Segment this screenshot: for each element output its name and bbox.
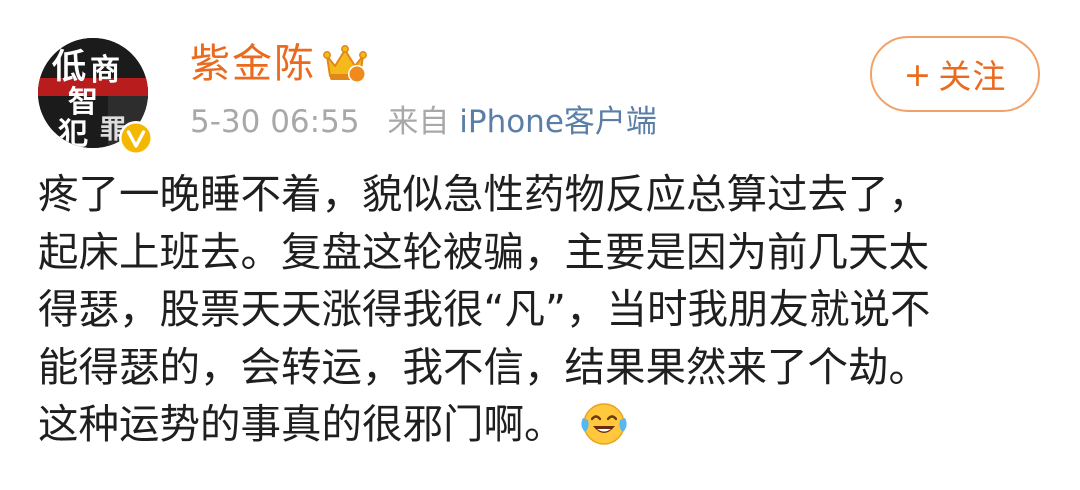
follow-label: 关注 (938, 57, 1007, 96)
username[interactable]: 紫金陈 (190, 38, 316, 90)
post-line-2: 起床上班去。复盘这轮被骗，主要是因为前几天太 (38, 227, 929, 276)
avatar-char-1: 低 (52, 47, 86, 87)
post-line-4: 能得瑟的，会转运，我不信，结果果然来了个劫。 (38, 342, 929, 391)
post-meta: 5-30 06:55 来自 iPhone客户端 (190, 100, 657, 144)
avatar-container[interactable]: 低 商 智 犯 罪 (38, 38, 154, 155)
source-prefix: 来自 (387, 104, 450, 140)
post-line-3: 得瑟，股票天天涨得我很“凡”，当时我朋友就说不 (38, 285, 931, 333)
post-line-5-wrap: 这种运势的事真的很邪门啊。 (38, 396, 1048, 454)
source-link[interactable]: iPhone客户端 (459, 104, 657, 140)
post-line-5: 这种运势的事真的很邪门啊。 (38, 400, 565, 448)
avatar-char-2: 智 (68, 85, 98, 120)
avatar-char-4: 犯 (57, 117, 88, 148)
avatar-char-3: 商 (90, 53, 120, 88)
weibo-post: 低 商 智 犯 罪 紫金陈 5-30 06:55 来自 iPhone客户端 + … (0, 0, 1080, 490)
laughing-tears-emoji-icon (580, 403, 627, 445)
verified-badge-icon (119, 121, 153, 155)
post-line-1: 疼了一晚睡不着，貌似急性药物反应总算过去了， (38, 170, 929, 218)
post-time: 5-30 06:55 (190, 104, 360, 140)
crown-icon[interactable] (322, 42, 368, 86)
follow-button[interactable]: + 关注 (870, 36, 1040, 112)
plus-icon: + (903, 54, 933, 94)
post-content: 疼了一晚睡不着，貌似急性药物反应总算过去了， 起床上班去。复盘这轮被骗，主要是因… (38, 166, 1048, 454)
